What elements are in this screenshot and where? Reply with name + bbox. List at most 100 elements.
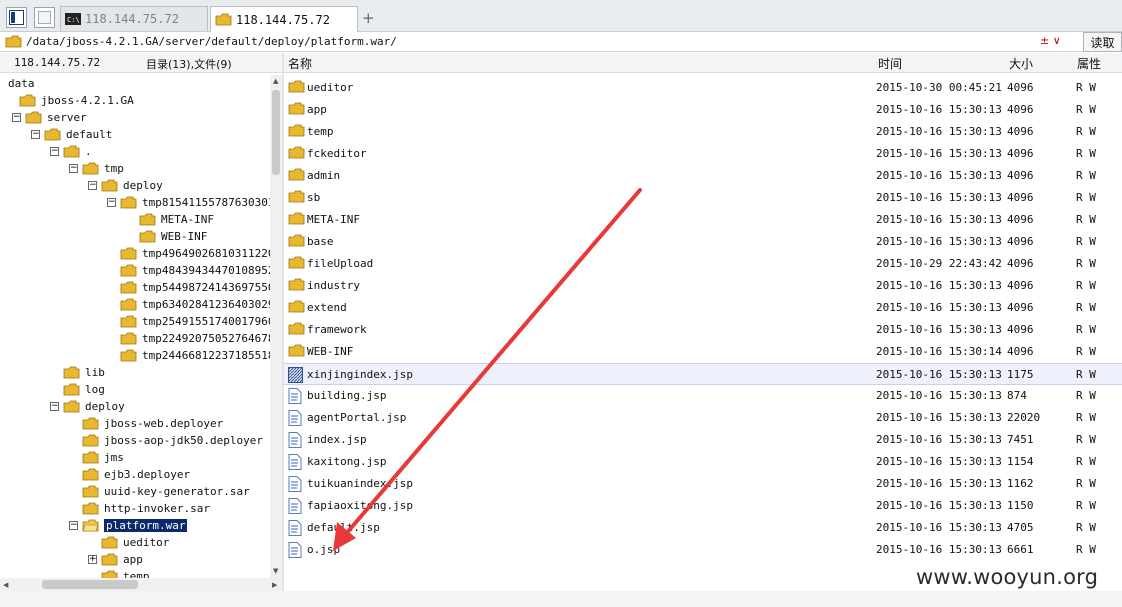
tab-terminal[interactable]: C:\ 118.144.75.72: [60, 6, 208, 31]
path-dropdown[interactable]: ± ∨: [1040, 34, 1078, 50]
tree-node[interactable]: tmp2446681223718551829: [0, 347, 270, 364]
tree-node[interactable]: WEB-INF: [0, 228, 270, 245]
tree-node-label: tmp4964902681031122011: [142, 247, 270, 260]
table-row[interactable]: kaxitong.jsp 2015-10-16 15:30:13 1154 R W: [284, 451, 1122, 473]
collapse-icon[interactable]: −: [50, 147, 59, 156]
tree-horizontal-scrollbar[interactable]: ◀ ▶: [0, 578, 282, 591]
tree-vertical-scrollbar[interactable]: ▲ ▼: [270, 75, 282, 578]
table-row[interactable]: extend 2015-10-16 15:30:13 4096 R W: [284, 297, 1122, 319]
table-row[interactable]: index.jsp 2015-10-16 15:30:13 7451 R W: [284, 429, 1122, 451]
tree-node[interactable]: tmp4964902681031122011: [0, 245, 270, 262]
folder-icon: [101, 536, 118, 549]
file-size: 4096: [1007, 103, 1034, 116]
collapse-icon[interactable]: −: [88, 181, 97, 190]
table-row[interactable]: temp 2015-10-16 15:30:13 4096 R W: [284, 121, 1122, 143]
tree-node[interactable]: tmp4843943447010895265: [0, 262, 270, 279]
column-name[interactable]: 名称: [288, 55, 312, 72]
scroll-thumb[interactable]: [42, 580, 138, 589]
collapse-icon[interactable]: −: [50, 402, 59, 411]
file-size: 4096: [1007, 169, 1034, 182]
tree-node[interactable]: jms: [0, 449, 270, 466]
tree-node[interactable]: − deploy: [0, 177, 270, 194]
table-row[interactable]: ueditor 2015-10-30 00:45:21 4096 R W: [284, 77, 1122, 99]
tree-node[interactable]: − platform.war: [0, 517, 270, 534]
tree-node[interactable]: temp: [0, 568, 270, 578]
tree-node[interactable]: tmp5449872414369755053: [0, 279, 270, 296]
file-selected-icon: [288, 367, 303, 383]
tree-node[interactable]: − tmp: [0, 160, 270, 177]
table-row[interactable]: fckeditor 2015-10-16 15:30:13 4096 R W: [284, 143, 1122, 165]
table-row[interactable]: o.jsp 2015-10-16 15:30:13 6661 R W: [284, 539, 1122, 561]
tree-node[interactable]: jboss-web.deployer: [0, 415, 270, 432]
collapse-icon[interactable]: −: [107, 198, 116, 207]
table-row[interactable]: tuikuanindex.jsp 2015-10-16 15:30:13 1162 R…: [284, 473, 1122, 495]
scroll-up-icon[interactable]: ▲: [273, 77, 278, 85]
table-row[interactable]: sb 2015-10-16 15:30:13 4096 R W: [284, 187, 1122, 209]
table-row[interactable]: app 2015-10-16 15:30:13 4096 R W: [284, 99, 1122, 121]
tree-node[interactable]: lib: [0, 364, 270, 381]
scroll-down-icon[interactable]: ▼: [273, 567, 278, 575]
tree-node[interactable]: −.: [0, 143, 270, 160]
scroll-right-icon[interactable]: ▶: [272, 581, 277, 589]
table-row[interactable]: fileUpload 2015-10-29 22:43:42 4096 R W: [284, 253, 1122, 275]
file-attr: R W: [1076, 147, 1096, 160]
table-row[interactable]: admin 2015-10-16 15:30:13 4096 R W: [284, 165, 1122, 187]
scroll-left-icon[interactable]: ◀: [3, 581, 8, 589]
column-attr[interactable]: 属性: [1077, 55, 1101, 72]
collapse-icon[interactable]: −: [31, 130, 40, 139]
folder-icon: [288, 234, 305, 247]
column-time[interactable]: 时间: [878, 55, 902, 72]
tree-node[interactable]: − tmp8154115578763030148: [0, 194, 270, 211]
tree-node[interactable]: + app: [0, 551, 270, 568]
tree-node-label: uuid-key-generator.sar: [104, 485, 250, 498]
tree-node[interactable]: − server: [0, 109, 270, 126]
tree-node[interactable]: jboss-aop-jdk50.deployer: [0, 432, 270, 449]
table-row[interactable]: agentPortal.jsp 2015-10-16 15:30:13 22020 R…: [284, 407, 1122, 429]
collapse-icon[interactable]: −: [12, 113, 21, 122]
collapse-icon[interactable]: −: [69, 164, 78, 173]
path-input[interactable]: /data/jboss-4.2.1.GA/server/default/depl…: [26, 35, 397, 48]
tree-node[interactable]: tmp2249207505276467854: [0, 330, 270, 347]
tree-node[interactable]: tmp6340284123640302910: [0, 296, 270, 313]
folder-icon: [120, 298, 137, 311]
tree-node[interactable]: data: [0, 75, 270, 92]
file-name: admin: [307, 169, 341, 182]
tree-node[interactable]: ejb3.deployer: [0, 466, 270, 483]
file-attr: R W: [1076, 235, 1096, 248]
tree-node[interactable]: tmp2549155174001796082: [0, 313, 270, 330]
read-button[interactable]: 读取: [1083, 32, 1122, 52]
table-row[interactable]: industry 2015-10-16 15:30:13 4096 R W: [284, 275, 1122, 297]
table-row[interactable]: fapiaoxitong.jsp 2015-10-16 15:30:13 1150 R…: [284, 495, 1122, 517]
file-attr: R W: [1076, 301, 1096, 314]
panel-toggle-button[interactable]: [6, 7, 27, 28]
tree-node[interactable]: http-invoker.sar: [0, 500, 270, 517]
tree-node[interactable]: uuid-key-generator.sar: [0, 483, 270, 500]
file-attr: R W: [1076, 411, 1096, 424]
collapse-icon[interactable]: −: [69, 521, 78, 530]
table-row[interactable]: building.jsp 2015-10-16 15:30:13 874 R W: [284, 385, 1122, 407]
tree-node[interactable]: − default: [0, 126, 270, 143]
tree-node[interactable]: META-INF: [0, 211, 270, 228]
folder-icon: [82, 417, 99, 430]
tab-label: 118.144.75.72: [236, 12, 330, 27]
tab-files[interactable]: 118.144.75.72: [210, 6, 358, 32]
file-attr: R W: [1076, 103, 1096, 116]
column-size[interactable]: 大小: [1009, 55, 1033, 72]
table-row[interactable]: framework 2015-10-16 15:30:13 4096 R W: [284, 319, 1122, 341]
file-attr: R W: [1076, 389, 1096, 402]
table-row[interactable]: WEB-INF 2015-10-16 15:30:14 4096 R W: [284, 341, 1122, 363]
tree-node[interactable]: jboss-4.2.1.GA: [0, 92, 270, 109]
scroll-thumb[interactable]: [272, 90, 280, 175]
table-row[interactable]: xinjingindex.jsp 2015-10-16 15:30:13 1175 R…: [284, 363, 1122, 385]
tree-node[interactable]: − deploy: [0, 398, 270, 415]
tree-node[interactable]: ueditor: [0, 534, 270, 551]
new-window-button[interactable]: [34, 7, 55, 28]
file-name: temp: [307, 125, 334, 138]
table-row[interactable]: META-INF 2015-10-16 15:30:13 4096 R W: [284, 209, 1122, 231]
expand-icon[interactable]: +: [88, 555, 97, 564]
tree-node[interactable]: log: [0, 381, 270, 398]
table-row[interactable]: base 2015-10-16 15:30:13 4096 R W: [284, 231, 1122, 253]
file-time: 2015-10-16 15:30:13: [876, 521, 1002, 534]
table-row[interactable]: default.jsp 2015-10-16 15:30:13 4705 R W: [284, 517, 1122, 539]
add-tab-button[interactable]: +: [362, 9, 375, 27]
